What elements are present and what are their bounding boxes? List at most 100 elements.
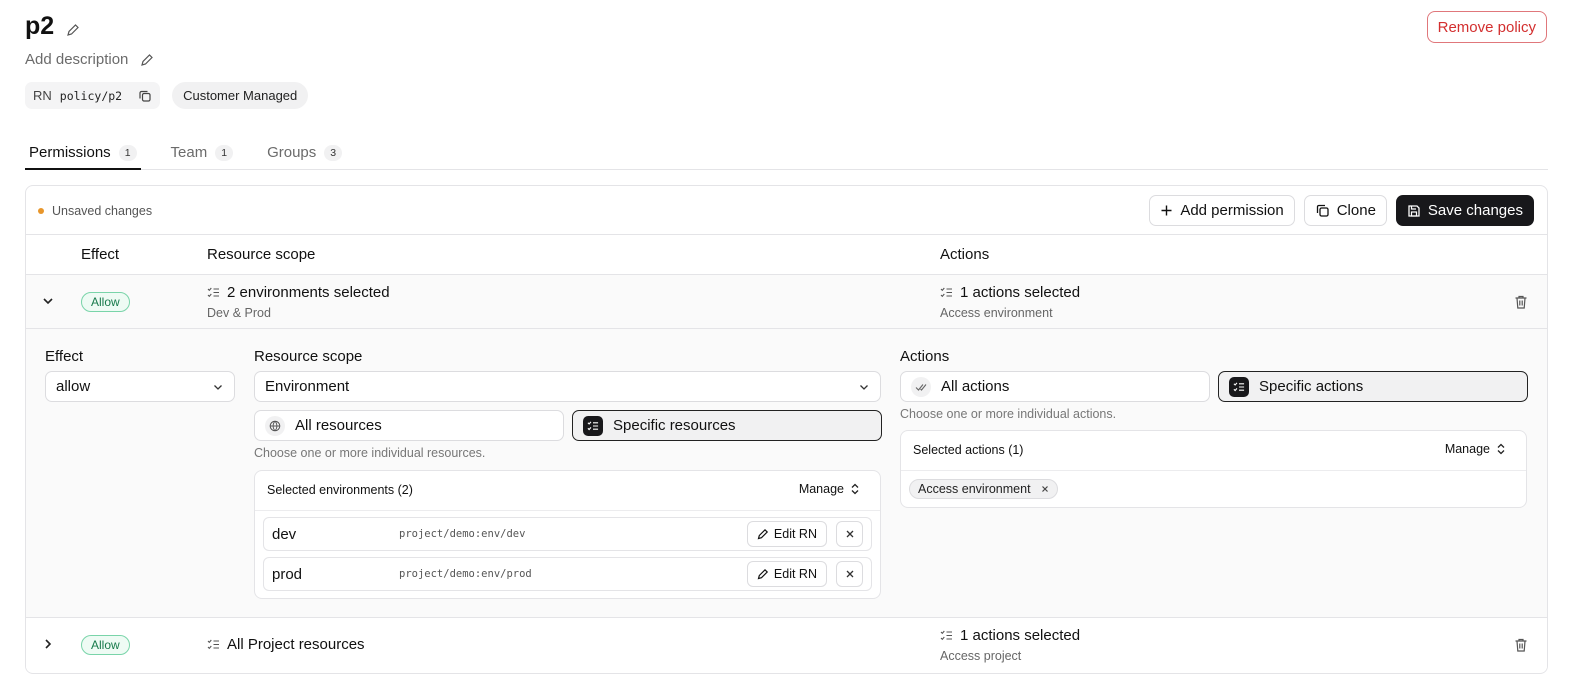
rn-value: policy/p2 — [59, 88, 123, 103]
manage-label: Manage — [798, 482, 844, 496]
actions-summary-text: 1 actions selected — [960, 284, 1081, 301]
selected-action-chip: Access environment — [909, 479, 1058, 499]
edit-rn-button[interactable]: Edit RN — [746, 521, 827, 547]
title-row: p2 — [25, 12, 80, 41]
checklist-icon — [207, 638, 220, 651]
resources-hint: Choose one or more individual resources. — [254, 446, 486, 460]
checklist-icon — [1229, 376, 1249, 397]
selected-environments-header: Selected environments (2) Manage — [255, 471, 880, 511]
save-changes-button[interactable]: Save changes — [1395, 195, 1534, 226]
chevron-right-icon[interactable] — [41, 637, 55, 651]
environment-name: dev — [272, 526, 297, 543]
specific-resources-toggle[interactable]: Specific resources — [572, 410, 882, 441]
double-check-icon — [911, 376, 931, 397]
tab-label: Groups — [267, 144, 317, 161]
actions-summary: 1 actions selected — [940, 284, 1080, 301]
edit-rn-button[interactable]: Edit RN — [746, 561, 827, 587]
scope-summary-text: 2 environments selected — [227, 284, 390, 301]
resource-scope-select[interactable]: Environment — [254, 371, 881, 402]
close-icon — [845, 569, 855, 579]
clone-icon — [1315, 203, 1330, 218]
permission-row[interactable]: Allow All Project resources 1 actions se… — [26, 618, 1547, 672]
panel-toolbar: Unsaved changes Add permission Clone Sav… — [26, 186, 1547, 235]
tab-permissions[interactable]: Permissions 1 — [25, 140, 141, 170]
environment-rn: project/demo:env/prod — [399, 568, 532, 580]
rn-chip: RN policy/p2 — [25, 82, 161, 109]
tab-groups[interactable]: Groups 3 — [263, 140, 346, 170]
manage-label: Manage — [1444, 442, 1490, 456]
selected-environments-panel: Selected environments (2) Manage dev pro… — [254, 470, 881, 599]
toolbar-actions: Add permission Clone Save changes — [1149, 195, 1534, 226]
checklist-icon — [583, 415, 603, 436]
customer-managed-badge: Customer Managed — [172, 82, 309, 109]
edit-title-pencil-icon[interactable] — [66, 23, 80, 37]
unsaved-dot-icon — [38, 208, 44, 214]
plus-icon — [1160, 204, 1173, 217]
actions-summary-text: 1 actions selected — [960, 627, 1081, 644]
trash-icon[interactable] — [1513, 294, 1529, 310]
close-icon — [845, 529, 855, 539]
resource-scope-select-value: Environment — [265, 378, 350, 395]
chevron-up-down-icon — [1496, 443, 1506, 455]
specific-actions-label: Specific actions — [1259, 378, 1364, 395]
effect-select[interactable]: allow — [45, 371, 235, 402]
trash-icon[interactable] — [1513, 637, 1529, 653]
manage-environments-button[interactable]: Manage — [799, 482, 860, 496]
all-actions-label: All actions — [941, 378, 1010, 395]
tab-label: Team — [170, 144, 208, 161]
remove-environment-button[interactable] — [836, 561, 863, 587]
rn-label: RN — [33, 88, 52, 103]
scope-summary-text: All Project resources — [227, 636, 365, 653]
actions-summary: 1 actions selected — [940, 627, 1080, 644]
all-actions-toggle[interactable]: All actions — [900, 371, 1210, 402]
column-header-effect: Effect — [81, 246, 120, 263]
edit-description-pencil-icon[interactable] — [140, 53, 154, 67]
clone-label: Clone — [1336, 202, 1376, 219]
chevron-up-down-icon — [850, 483, 860, 495]
selected-actions-panel: Selected actions (1) Manage Access envir… — [900, 430, 1527, 508]
permissions-panel: Unsaved changes Add permission Clone Sav… — [25, 185, 1548, 674]
edit-rn-label: Edit RN — [773, 567, 817, 581]
remove-policy-button[interactable]: Remove policy — [1426, 11, 1547, 43]
manage-actions-button[interactable]: Manage — [1445, 442, 1506, 456]
effect-select-value: allow — [56, 378, 91, 395]
policy-meta-chips: RN policy/p2 Customer Managed — [25, 82, 309, 109]
chevron-down-icon[interactable] — [41, 294, 55, 308]
tab-bar: Permissions 1 Team 1 Groups 3 — [25, 140, 1548, 170]
add-permission-button[interactable]: Add permission — [1149, 195, 1295, 226]
scope-summary: All Project resources — [207, 636, 365, 653]
column-header-resource-scope: Resource scope — [207, 246, 316, 263]
tab-count-badge: 1 — [118, 145, 137, 161]
actions-field-label: Actions — [900, 348, 950, 365]
clone-button[interactable]: Clone — [1303, 195, 1387, 226]
unsaved-label: Unsaved changes — [52, 204, 153, 218]
edit-rn-label: Edit RN — [773, 527, 817, 541]
environment-rn: project/demo:env/dev — [399, 528, 526, 540]
chevron-down-icon — [212, 381, 224, 393]
pencil-icon — [757, 528, 769, 540]
environment-name: prod — [272, 566, 303, 583]
effect-allow-badge: Allow — [81, 292, 130, 312]
tab-count-badge: 1 — [215, 145, 234, 161]
specific-resources-label: Specific resources — [613, 417, 736, 434]
tab-label: Permissions — [29, 144, 111, 161]
effect-allow-badge: Allow — [81, 635, 130, 655]
copy-icon[interactable] — [138, 89, 152, 103]
description-row: Add description — [25, 51, 154, 68]
all-resources-toggle[interactable]: All resources — [254, 410, 564, 441]
selected-actions-header: Selected actions (1) Manage — [901, 431, 1526, 471]
chevron-down-icon — [858, 381, 870, 393]
effect-field-label: Effect — [45, 348, 84, 365]
description-placeholder[interactable]: Add description — [25, 51, 128, 68]
table-header: Effect Resource scope Actions — [26, 235, 1547, 275]
checklist-icon — [940, 286, 953, 299]
remove-environment-button[interactable] — [836, 521, 863, 547]
permission-row[interactable]: Allow 2 environments selected Dev & Prod… — [26, 275, 1547, 329]
selected-actions-title: Selected actions (1) — [913, 443, 1024, 457]
specific-actions-toggle[interactable]: Specific actions — [1218, 371, 1528, 402]
pencil-icon — [757, 568, 769, 580]
tab-team[interactable]: Team 1 — [167, 140, 238, 170]
scope-summary-sub: Dev & Prod — [207, 306, 271, 320]
close-icon[interactable] — [1041, 485, 1049, 493]
actions-hint: Choose one or more individual actions. — [900, 407, 1117, 421]
